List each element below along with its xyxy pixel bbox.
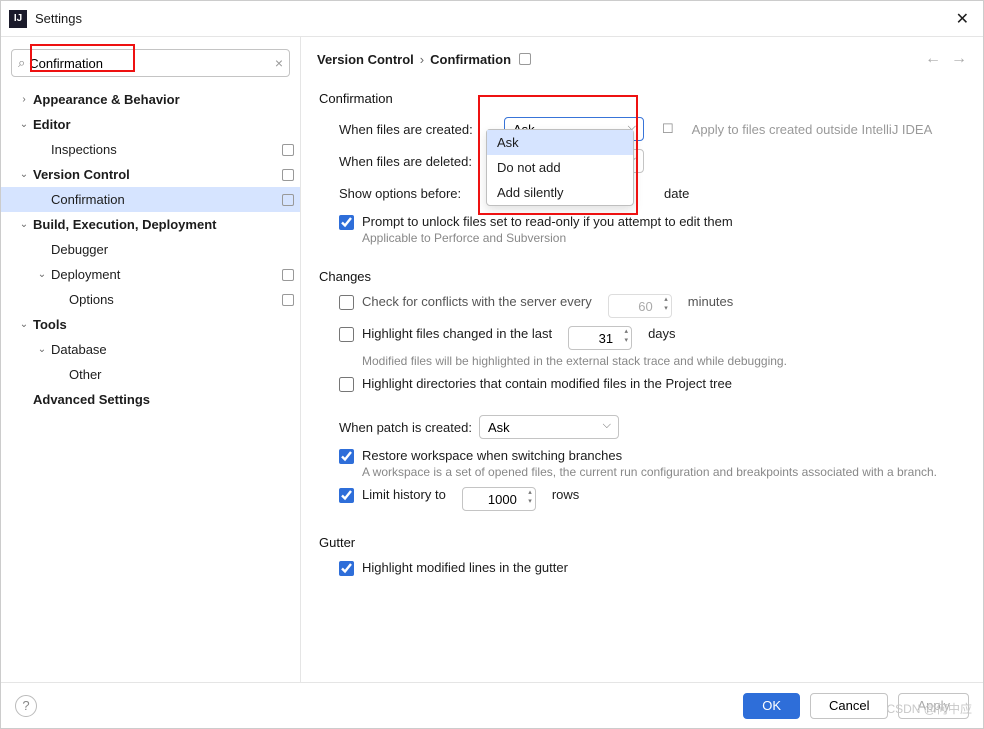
tree-item-version-control[interactable]: ⌄Version Control (1, 162, 300, 187)
combo-patch-created[interactable] (479, 415, 619, 439)
tree-item-debugger[interactable]: Debugger (1, 237, 300, 262)
dropdown-option-do-not-add[interactable]: Do not add (487, 155, 633, 180)
cancel-button[interactable]: Cancel (810, 693, 888, 719)
tree-item-editor[interactable]: ⌄Editor (1, 112, 300, 137)
checkbox-prompt-unlock[interactable] (339, 215, 354, 230)
tree-item-options[interactable]: Options (1, 287, 300, 312)
row-files-deleted: When files are deleted: (339, 148, 965, 174)
scope-badge-icon (282, 269, 294, 281)
check-prompt-unlock[interactable]: Prompt to unlock files set to read-only … (339, 214, 965, 245)
back-icon[interactable]: ← (925, 50, 941, 68)
check-highlight-dirs[interactable]: Highlight directories that contain modif… (339, 376, 965, 392)
label-highlight-files: Highlight files changed in the last (362, 326, 552, 341)
check-highlight-gutter[interactable]: Highlight modified lines in the gutter (339, 560, 965, 576)
check-restore-workspace[interactable]: Restore workspace when switching branche… (339, 448, 965, 479)
dropdown-files-created-open[interactable]: Ask Do not add Add silently (486, 129, 634, 206)
trailing-text: date (664, 186, 689, 201)
chevron-right-icon: › (15, 94, 33, 105)
help-button[interactable]: ? (15, 695, 37, 717)
checkbox-conflicts[interactable] (339, 295, 354, 310)
footer: ? OK Cancel Apply (1, 682, 983, 728)
clear-search-icon[interactable]: × (275, 55, 283, 71)
tree-item-appearance[interactable]: ›Appearance & Behavior (1, 87, 300, 112)
search-icon: ⌕ (18, 55, 25, 71)
scope-badge-icon (282, 144, 294, 156)
input-conflict-minutes[interactable] (608, 294, 672, 318)
apply-button[interactable]: Apply (898, 693, 969, 719)
window-title: Settings (35, 11, 82, 26)
label-apply-outside: Apply to files created outside IntelliJ … (692, 122, 933, 137)
scope-badge-icon (282, 169, 294, 181)
label-highlight-gutter: Highlight modified lines in the gutter (362, 560, 568, 575)
hint-highlight-files: Modified files will be highlighted in th… (362, 354, 965, 368)
tree-item-inspections[interactable]: Inspections (1, 137, 300, 162)
label-limit-history: Limit history to (362, 487, 446, 502)
breadcrumb-root[interactable]: Version Control (317, 52, 414, 67)
search-field-wrap[interactable]: ⌕ × (11, 49, 290, 77)
chevron-down-icon: ⌄ (15, 219, 33, 230)
content-header: Version Control › Confirmation ← → (301, 37, 983, 81)
chevron-down-icon: ⌄ (33, 269, 51, 280)
label-highlight-dirs: Highlight directories that contain modif… (362, 376, 732, 391)
check-limit-history[interactable]: Limit history to rows (339, 487, 965, 511)
row-files-created: When files are created: ☐ Apply to files… (339, 116, 965, 142)
tree-item-confirmation[interactable]: Confirmation (1, 187, 300, 212)
app-icon: IJ (9, 10, 27, 28)
section-confirmation: Confirmation (319, 91, 965, 106)
breadcrumb-leaf: Confirmation (430, 52, 511, 67)
unit-days: days (648, 326, 675, 341)
content-pane: Version Control › Confirmation ← → Confi… (301, 37, 983, 682)
label-restore-workspace: Restore workspace when switching branche… (362, 448, 965, 463)
section-changes: Changes (319, 269, 965, 284)
breadcrumb-sep: › (420, 52, 424, 67)
tree-item-tools[interactable]: ⌄Tools (1, 312, 300, 337)
tree-item-database[interactable]: ⌄Database (1, 337, 300, 362)
hint-restore-workspace: A workspace is a set of opened files, th… (362, 465, 965, 479)
label-check-conflicts: Check for conflicts with the server ever… (362, 294, 592, 309)
unit-minutes: minutes (688, 294, 734, 309)
label-show-options: Show options before: (339, 186, 504, 201)
chevron-down-icon: ⌄ (15, 319, 33, 330)
close-icon[interactable]: ✕ (950, 5, 975, 33)
check-highlight-files[interactable]: Highlight files changed in the last days (339, 326, 965, 350)
ok-button[interactable]: OK (743, 693, 800, 719)
settings-tree: ›Appearance & Behavior ⌄Editor Inspectio… (1, 83, 300, 416)
tree-item-deployment[interactable]: ⌄Deployment (1, 262, 300, 287)
checkbox-highlight-files[interactable] (339, 327, 354, 342)
chevron-down-icon: ⌄ (15, 119, 33, 130)
row-show-options: Show options before: date (339, 180, 965, 206)
titlebar: IJ Settings ✕ (1, 1, 983, 37)
chevron-down-icon: ⌄ (33, 344, 51, 355)
chevron-down-icon: ⌄ (15, 169, 33, 180)
scope-badge-icon (282, 294, 294, 306)
scope-badge-icon (519, 53, 531, 65)
forward-icon[interactable]: → (951, 50, 967, 68)
checkbox-highlight-gutter[interactable] (339, 561, 354, 576)
label-prompt-unlock: Prompt to unlock files set to read-only … (362, 214, 965, 229)
checkbox-limit-history[interactable] (339, 488, 354, 503)
hint-prompt-unlock: Applicable to Perforce and Subversion (362, 231, 965, 245)
section-gutter: Gutter (319, 535, 965, 550)
dropdown-option-ask[interactable]: Ask (487, 130, 633, 155)
scope-badge-icon (282, 194, 294, 206)
tree-item-advanced[interactable]: Advanced Settings (1, 387, 300, 412)
input-highlight-days[interactable] (568, 326, 632, 350)
check-conflicts[interactable]: Check for conflicts with the server ever… (339, 294, 965, 318)
tree-item-other[interactable]: Other (1, 362, 300, 387)
row-patch-created: When patch is created: (339, 414, 965, 440)
label-patch-created: When patch is created: (339, 420, 479, 435)
dropdown-option-add-silently[interactable]: Add silently (487, 180, 633, 205)
sidebar: ⌕ × ›Appearance & Behavior ⌄Editor Inspe… (1, 37, 301, 682)
checkbox-restore-workspace[interactable] (339, 449, 354, 464)
unit-rows: rows (552, 487, 579, 502)
input-history-rows[interactable] (462, 487, 536, 511)
label-files-deleted: When files are deleted: (339, 154, 504, 169)
label-files-created: When files are created: (339, 122, 504, 137)
checkbox-apply-outside[interactable]: ☐ (662, 121, 674, 137)
tree-item-build[interactable]: ⌄Build, Execution, Deployment (1, 212, 300, 237)
search-input[interactable] (29, 56, 275, 71)
checkbox-highlight-dirs[interactable] (339, 377, 354, 392)
